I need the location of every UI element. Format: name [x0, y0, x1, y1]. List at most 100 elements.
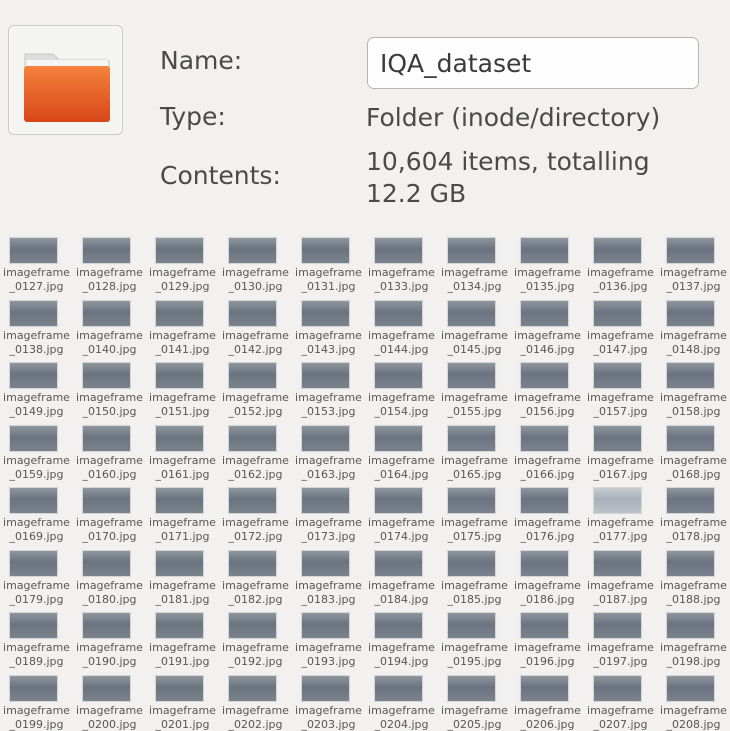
file-item[interactable]: imageframe_0185.jpg	[438, 546, 511, 609]
file-item[interactable]: imageframe_0188.jpg	[657, 546, 730, 609]
file-item[interactable]: imageframe_0195.jpg	[438, 608, 511, 671]
file-item[interactable]: imageframe_0161.jpg	[146, 421, 219, 484]
file-item[interactable]: imageframe_0154.jpg	[365, 358, 438, 421]
file-item[interactable]: imageframe_0142.jpg	[219, 296, 292, 359]
file-item[interactable]: imageframe_0169.jpg	[0, 483, 73, 546]
folder-icon-button[interactable]	[8, 25, 123, 135]
file-item[interactable]: imageframe_0167.jpg	[584, 421, 657, 484]
file-item[interactable]: imageframe_0134.jpg	[438, 233, 511, 296]
file-item[interactable]: imageframe_0143.jpg	[292, 296, 365, 359]
file-item[interactable]: imageframe_0176.jpg	[511, 483, 584, 546]
file-item[interactable]: imageframe_0133.jpg	[365, 233, 438, 296]
file-item[interactable]: imageframe_0151.jpg	[146, 358, 219, 421]
file-item[interactable]: imageframe_0131.jpg	[292, 233, 365, 296]
file-name: imageframe_0147.jpg	[587, 328, 654, 356]
file-item[interactable]: imageframe_0168.jpg	[657, 421, 730, 484]
image-thumbnail-icon	[374, 237, 423, 264]
file-item[interactable]: imageframe_0155.jpg	[438, 358, 511, 421]
file-item[interactable]: imageframe_0204.jpg	[365, 671, 438, 731]
file-item[interactable]: imageframe_0152.jpg	[219, 358, 292, 421]
file-item[interactable]: imageframe_0170.jpg	[73, 483, 146, 546]
file-item[interactable]: imageframe_0146.jpg	[511, 296, 584, 359]
image-thumbnail-icon	[301, 237, 350, 264]
file-item[interactable]: imageframe_0187.jpg	[584, 546, 657, 609]
file-item[interactable]: imageframe_0137.jpg	[657, 233, 730, 296]
file-item[interactable]: imageframe_0156.jpg	[511, 358, 584, 421]
file-item[interactable]: imageframe_0199.jpg	[0, 671, 73, 731]
file-item[interactable]: imageframe_0193.jpg	[292, 608, 365, 671]
file-item[interactable]: imageframe_0159.jpg	[0, 421, 73, 484]
file-item[interactable]: imageframe_0178.jpg	[657, 483, 730, 546]
file-item[interactable]: imageframe_0140.jpg	[73, 296, 146, 359]
file-item[interactable]: imageframe_0144.jpg	[365, 296, 438, 359]
file-item[interactable]: imageframe_0172.jpg	[219, 483, 292, 546]
file-name: imageframe_0187.jpg	[587, 578, 654, 606]
file-item[interactable]: imageframe_0179.jpg	[0, 546, 73, 609]
file-item[interactable]: imageframe_0189.jpg	[0, 608, 73, 671]
file-item[interactable]: imageframe_0184.jpg	[365, 546, 438, 609]
file-item[interactable]: imageframe_0163.jpg	[292, 421, 365, 484]
file-item[interactable]: imageframe_0165.jpg	[438, 421, 511, 484]
file-item[interactable]: imageframe_0136.jpg	[584, 233, 657, 296]
file-item[interactable]: imageframe_0192.jpg	[219, 608, 292, 671]
file-name: imageframe_0157.jpg	[587, 391, 654, 418]
file-item[interactable]: imageframe_0175.jpg	[438, 483, 511, 546]
file-item[interactable]: imageframe_0181.jpg	[146, 546, 219, 609]
file-item[interactable]: imageframe_0153.jpg	[292, 358, 365, 421]
image-thumbnail-icon	[593, 237, 642, 264]
file-item[interactable]: imageframe_0129.jpg	[146, 233, 219, 296]
image-thumbnail-icon	[155, 549, 204, 577]
file-item[interactable]: imageframe_0158.jpg	[657, 358, 730, 421]
file-item[interactable]: imageframe_0174.jpg	[365, 483, 438, 546]
file-name: imageframe_0169.jpg	[3, 516, 70, 543]
file-item[interactable]: imageframe_0164.jpg	[365, 421, 438, 484]
file-item[interactable]: imageframe_0149.jpg	[0, 358, 73, 421]
file-item[interactable]: imageframe_0186.jpg	[511, 546, 584, 609]
image-thumbnail-icon	[374, 424, 423, 452]
file-item[interactable]: imageframe_0130.jpg	[219, 233, 292, 296]
file-item[interactable]: imageframe_0171.jpg	[146, 483, 219, 546]
file-name: imageframe_0137.jpg	[660, 266, 727, 293]
file-item[interactable]: imageframe_0201.jpg	[146, 671, 219, 731]
file-name: imageframe_0165.jpg	[441, 453, 508, 481]
file-item[interactable]: imageframe_0162.jpg	[219, 421, 292, 484]
file-item[interactable]: imageframe_0160.jpg	[73, 421, 146, 484]
file-item[interactable]: imageframe_0198.jpg	[657, 608, 730, 671]
file-item[interactable]: imageframe_0173.jpg	[292, 483, 365, 546]
file-item[interactable]: imageframe_0202.jpg	[219, 671, 292, 731]
file-item[interactable]: imageframe_0150.jpg	[73, 358, 146, 421]
file-item[interactable]: imageframe_0138.jpg	[0, 296, 73, 359]
file-item[interactable]: imageframe_0147.jpg	[584, 296, 657, 359]
file-item[interactable]: imageframe_0182.jpg	[219, 546, 292, 609]
file-name: imageframe_0153.jpg	[295, 391, 362, 418]
file-item[interactable]: imageframe_0166.jpg	[511, 421, 584, 484]
file-item[interactable]: imageframe_0180.jpg	[73, 546, 146, 609]
contents-label: Contents:	[160, 161, 281, 190]
file-item[interactable]: imageframe_0128.jpg	[73, 233, 146, 296]
file-item[interactable]: imageframe_0197.jpg	[584, 608, 657, 671]
file-name: imageframe_0152.jpg	[222, 391, 289, 418]
file-item[interactable]: imageframe_0157.jpg	[584, 358, 657, 421]
file-item[interactable]: imageframe_0191.jpg	[146, 608, 219, 671]
file-name: imageframe_0175.jpg	[441, 516, 508, 543]
file-item[interactable]: imageframe_0127.jpg	[0, 233, 73, 296]
file-item[interactable]: imageframe_0135.jpg	[511, 233, 584, 296]
file-item[interactable]: imageframe_0207.jpg	[584, 671, 657, 731]
image-thumbnail-icon	[301, 362, 350, 389]
file-item[interactable]: imageframe_0203.jpg	[292, 671, 365, 731]
file-item[interactable]: imageframe_0196.jpg	[511, 608, 584, 671]
file-item[interactable]: imageframe_0205.jpg	[438, 671, 511, 731]
file-item[interactable]: imageframe_0148.jpg	[657, 296, 730, 359]
file-name: imageframe_0150.jpg	[76, 391, 143, 418]
file-item[interactable]: imageframe_0141.jpg	[146, 296, 219, 359]
file-item[interactable]: imageframe_0177.jpg	[584, 483, 657, 546]
file-item[interactable]: imageframe_0190.jpg	[73, 608, 146, 671]
file-name: imageframe_0193.jpg	[295, 641, 362, 668]
file-item[interactable]: imageframe_0206.jpg	[511, 671, 584, 731]
file-item[interactable]: imageframe_0183.jpg	[292, 546, 365, 609]
name-input[interactable]	[367, 37, 699, 89]
file-item[interactable]: imageframe_0194.jpg	[365, 608, 438, 671]
file-item[interactable]: imageframe_0200.jpg	[73, 671, 146, 731]
file-item[interactable]: imageframe_0145.jpg	[438, 296, 511, 359]
file-item[interactable]: imageframe_0208.jpg	[657, 671, 730, 731]
